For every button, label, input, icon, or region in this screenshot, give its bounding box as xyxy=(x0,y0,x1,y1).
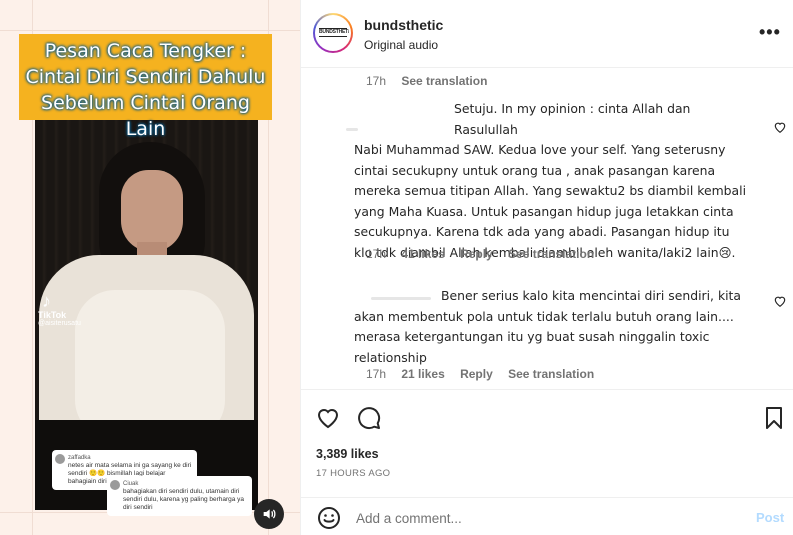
banner-line: Cintai Diri Sendiri Dahulu xyxy=(25,66,266,88)
comment-text: Setuju. In my opinion : cinta Allah dan … xyxy=(354,99,754,263)
overlay-comment-name: Ciuak xyxy=(123,481,139,487)
comment-line: merasa ketergantungan itu yg buat susah … xyxy=(354,329,710,344)
reply-button[interactable]: Reply xyxy=(460,367,493,381)
avatar xyxy=(110,480,120,490)
reply-button[interactable]: Reply xyxy=(460,247,493,261)
comment-meta: 17h See translation xyxy=(366,74,499,88)
comment-time: 17h xyxy=(366,74,387,88)
post-timestamp: 17 HOURS AGO xyxy=(316,468,391,479)
tiktok-label: TikTok xyxy=(38,310,67,320)
comment-line: Bener serius kalo kita mencintai diri se… xyxy=(441,288,742,303)
tiktok-watermark: ♪ TikTok @aisiterusatu xyxy=(38,292,81,327)
likes-count[interactable]: 3,389 likes xyxy=(316,447,379,461)
comment-line: akan membentuk pola untuk tidak terlalu … xyxy=(354,308,734,324)
tiktok-icon: ♪ xyxy=(42,291,51,311)
emoji-icon[interactable] xyxy=(317,506,341,530)
video-person-blouse-detail xyxy=(75,290,225,440)
comment-line: yang Maha Kuasa. Untuk pasangan hidup ju… xyxy=(354,203,734,219)
tiktok-username: @aisiterusatu xyxy=(38,320,81,327)
avatar[interactable]: BUNDSTHETIC xyxy=(313,13,353,53)
comments-list[interactable]: 17h See translation Setuju. In my opinio… xyxy=(301,69,793,389)
avatar xyxy=(55,454,65,464)
comment-time: 17h xyxy=(366,247,387,261)
comment-input[interactable] xyxy=(356,508,736,528)
post-actions: 3,389 likes 17 HOURS AGO xyxy=(301,389,793,489)
heart-icon[interactable] xyxy=(316,406,340,430)
more-options-icon[interactable]: ••• xyxy=(759,22,781,43)
post-panel: BUNDSTHETIC bundsthetic Original audio •… xyxy=(300,0,793,535)
see-translation-link[interactable]: See translation xyxy=(508,367,594,381)
add-comment-bar: Post xyxy=(301,497,793,535)
grid-line xyxy=(0,30,300,31)
see-translation-link[interactable]: See translation xyxy=(401,74,487,88)
speaker-icon[interactable] xyxy=(254,499,284,529)
username-link[interactable]: bundsthetic xyxy=(364,17,443,33)
comment-meta: 17h 41 likes Reply See translation xyxy=(366,247,606,261)
comment-time: 17h xyxy=(366,367,387,381)
comment-likes[interactable]: 41 likes xyxy=(401,247,444,261)
post-media[interactable]: Pesan Caca Tengker : Cintai Diri Sendiri… xyxy=(0,0,300,535)
audio-link[interactable]: Original audio xyxy=(364,38,438,52)
bookmark-icon[interactable] xyxy=(762,406,786,430)
video-title-banner: Pesan Caca Tengker : Cintai Diri Sendiri… xyxy=(19,34,272,140)
banner-line: Sebelum Cintai Orang Lain xyxy=(41,92,250,140)
heart-icon[interactable] xyxy=(773,294,787,308)
comment-icon[interactable] xyxy=(357,406,381,430)
post-header: BUNDSTHETIC bundsthetic Original audio •… xyxy=(301,0,793,68)
see-translation-link[interactable]: See translation xyxy=(508,247,594,261)
overlay-comment: Ciuak bahagiakan diri sendiri dulu, utam… xyxy=(107,476,252,516)
comment-text: Bener serius kalo kita mencintai diri se… xyxy=(354,286,754,368)
comment-line: mereka semua titipan Allah. Yang sewaktu… xyxy=(354,183,747,198)
comment-line: Nabi Muhammad SAW. Kedua love your self.… xyxy=(354,142,726,157)
comment-likes[interactable]: 21 likes xyxy=(401,367,444,381)
comment-line: Setuju. In my opinion : cinta Allah dan … xyxy=(454,101,691,137)
comment-meta: 17h 21 likes Reply See translation xyxy=(366,367,606,381)
comment-line: relationship xyxy=(354,349,427,365)
post-button[interactable]: Post xyxy=(756,510,784,525)
comment-line: secukupnya. Karena tdk ada yang abadi. P… xyxy=(354,224,730,239)
banner-line: Pesan Caca Tengker : xyxy=(44,40,247,62)
avatar-logo: BUNDSTHETIC xyxy=(319,28,351,37)
overlay-comment-text: bahagiakan diri sendiri dulu, utamain di… xyxy=(123,488,245,511)
heart-icon[interactable] xyxy=(773,120,787,134)
comment-line: cintai secukupny untuk orang tua , anak … xyxy=(354,162,716,178)
video-person-face xyxy=(121,170,183,252)
overlay-comment-name: zaffadka xyxy=(68,455,91,461)
